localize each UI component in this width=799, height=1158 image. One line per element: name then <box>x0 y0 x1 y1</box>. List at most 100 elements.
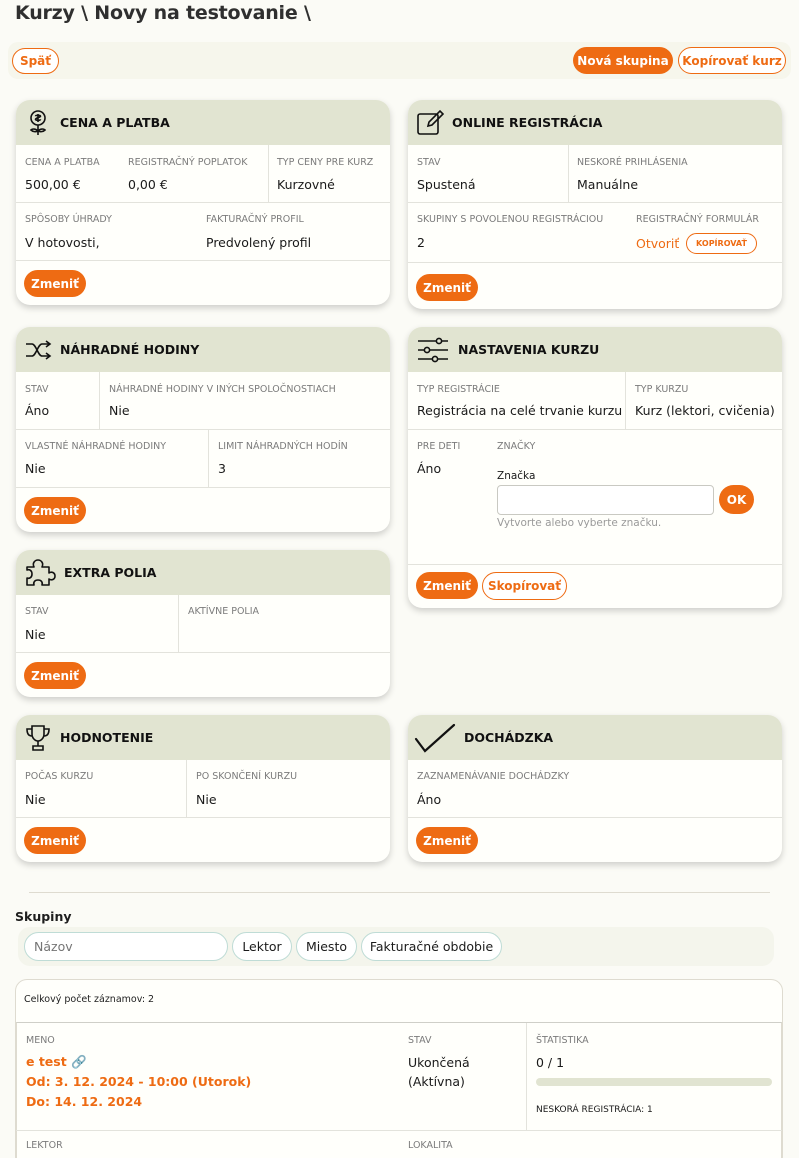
group-name-link[interactable]: e test 🔗 <box>26 1054 87 1070</box>
registration-form-copy-button[interactable]: KOPÍROVAŤ <box>686 233 757 254</box>
divider <box>408 564 782 565</box>
divider <box>625 372 626 429</box>
tags-label: ZNAČKY <box>497 441 536 452</box>
link-icon: 🔗 <box>71 1054 87 1069</box>
payment-methods-label: SPÔSOBY ÚHRADY <box>25 214 112 225</box>
sliders-icon <box>416 336 450 364</box>
money-plant-icon <box>24 109 52 137</box>
attendance-card-title: DOCHÁDZKA <box>464 730 554 745</box>
divider <box>16 817 390 818</box>
extra-state-label: STAV <box>25 606 49 617</box>
divider <box>208 429 209 487</box>
copy-course-button[interactable]: Kopírovať kurz <box>678 47 786 74</box>
divider <box>268 145 269 202</box>
makeup-state-value: Áno <box>25 403 50 418</box>
course-settings-card: NASTAVENIA KURZU TYP REGISTRÁCIE Registr… <box>408 327 782 608</box>
divider <box>568 145 569 202</box>
late-registration: NESKORÁ REGISTRÁCIA: 1 <box>536 1105 653 1115</box>
attendance-change-button[interactable]: Zmeniť <box>416 827 478 854</box>
divider <box>178 595 179 652</box>
course-type-value: Kurz (lektori, cvičenia) <box>635 403 775 418</box>
after-course-label: PO SKONČENÍ KURZU <box>196 771 298 782</box>
online-registration-card: ONLINE REGISTRÁCIA STAV Spustená NESKORÉ… <box>408 100 782 309</box>
fee-value: 0,00 € <box>128 177 168 192</box>
page-title: Kurzy \ Novy na testovanie \ <box>15 2 311 24</box>
table-row <box>16 1022 782 1158</box>
rating-card-title: HODNOTENIE <box>60 730 154 745</box>
extra-card-title: EXTRA POLIA <box>64 565 157 580</box>
makeup-hours-card: NÁHRADNÉ HODINY STAV Áno NÁHRADNÉ HODINY… <box>16 327 390 532</box>
toolbar <box>8 42 791 79</box>
settings-change-button[interactable]: Zmeniť <box>416 572 478 599</box>
divider <box>16 202 390 203</box>
price-card-header: CENA A PLATBA <box>16 100 390 145</box>
price-change-button[interactable]: Zmeniť <box>24 270 86 297</box>
online-card-header: ONLINE REGISTRÁCIA <box>408 100 782 145</box>
attendance-recording-label: ZAZNAMENÁVANIE DOCHÁDZKY <box>417 771 570 782</box>
groups-allowed-label: SKUPINY S POVOLENOU REGISTRÁCIOU <box>417 214 604 225</box>
registration-type-label: TYP REGISTRÁCIE <box>417 384 500 395</box>
group-date-from: Od: 3. 12. 2024 - 10:00 (Utorok) <box>26 1074 252 1089</box>
invoice-profile-label: FAKTURAČNÝ PROFIL <box>206 214 304 225</box>
makeup-card-header: NÁHRADNÉ HODINY <box>16 327 390 372</box>
registration-form-label: REGISTRAČNÝ FORMULÁR <box>636 214 760 225</box>
new-group-button[interactable]: Nová skupina <box>573 47 673 74</box>
online-change-button[interactable]: Zmeniť <box>416 274 478 301</box>
back-button[interactable]: Späť <box>12 48 59 74</box>
makeup-other-value: Nie <box>109 403 130 418</box>
price-value: 500,00 € <box>25 177 81 192</box>
groups-heading: Skupiny <box>15 909 72 924</box>
divider <box>16 1130 782 1131</box>
filter-location[interactable]: Miesto <box>296 932 357 961</box>
settings-copy-button[interactable]: Skopírovať <box>482 572 567 600</box>
extra-change-button[interactable]: Zmeniť <box>24 662 86 689</box>
makeup-limit-label: LIMIT NÁHRADNÝCH HODÍN <box>218 441 348 452</box>
settings-card-title: NASTAVENIA KURZU <box>458 342 600 357</box>
fee-label: REGISTRAČNÝ POPLATOK <box>128 157 248 168</box>
extra-state-value: Nie <box>25 627 46 642</box>
group-stats-label: ŠTATISTIKA <box>536 1035 589 1046</box>
price-card-title: CENA A PLATBA <box>60 115 170 130</box>
price-label: CENA A PLATBA <box>25 157 100 168</box>
divider <box>99 372 100 429</box>
tag-hint: Vytvorte alebo vyberte značku. <box>497 517 662 529</box>
group-search-input[interactable] <box>24 932 228 961</box>
group-location-label: LOKALITA <box>408 1140 453 1151</box>
group-lector-label: LEKTOR <box>26 1140 63 1151</box>
tag-input[interactable] <box>497 485 714 515</box>
attendance-recording-value: Áno <box>417 792 442 807</box>
group-stats-value: 0 / 1 <box>536 1055 565 1070</box>
divider <box>408 817 782 818</box>
divider <box>408 429 782 430</box>
groups-allowed-value: 2 <box>417 235 425 250</box>
rating-change-button[interactable]: Zmeniť <box>24 827 86 854</box>
invoice-profile-value: Predvolený profil <box>206 235 312 250</box>
tag-ok-button[interactable]: OK <box>719 485 754 514</box>
makeup-own-label: VLASTNÉ NÁHRADNÉ HODINY <box>25 441 167 452</box>
divider <box>408 262 782 263</box>
divider <box>186 760 187 817</box>
group-name-label: MENO <box>26 1035 55 1046</box>
attendance-card: DOCHÁDZKA ZAZNAMENÁVANIE DOCHÁDZKY Áno Z… <box>408 715 782 862</box>
makeup-own-value: Nie <box>25 461 46 476</box>
for-kids-label: PRE DETI <box>417 441 461 452</box>
divider <box>16 652 390 653</box>
makeup-limit-value: 3 <box>218 461 226 476</box>
filter-lector[interactable]: Lektor <box>232 932 292 961</box>
registration-form-open-link[interactable]: Otvoriť <box>636 236 679 251</box>
late-signup-label: NESKORÉ PRIHLÁSENIA <box>577 157 688 168</box>
registration-type-value: Registrácia na celé trvanie kurzu <box>417 403 623 418</box>
rating-card: HODNOTENIE POČAS KURZU Nie PO SKONČENÍ K… <box>16 715 390 862</box>
for-kids-value: Áno <box>417 461 442 476</box>
active-fields-label: AKTÍVNE POLIA <box>188 606 260 617</box>
online-state-value: Spustená <box>417 177 476 192</box>
group-date-to: Do: 14. 12. 2024 <box>26 1094 143 1109</box>
divider <box>526 1023 527 1131</box>
puzzle-icon <box>24 558 56 587</box>
late-signup-value: Manuálne <box>577 177 639 192</box>
attendance-card-header: DOCHÁDZKA <box>408 715 782 760</box>
filter-billing-period[interactable]: Fakturačné obdobie <box>361 932 502 961</box>
divider <box>16 429 390 430</box>
tag-field-label: Značka <box>497 470 536 482</box>
makeup-change-button[interactable]: Zmeniť <box>24 497 86 524</box>
